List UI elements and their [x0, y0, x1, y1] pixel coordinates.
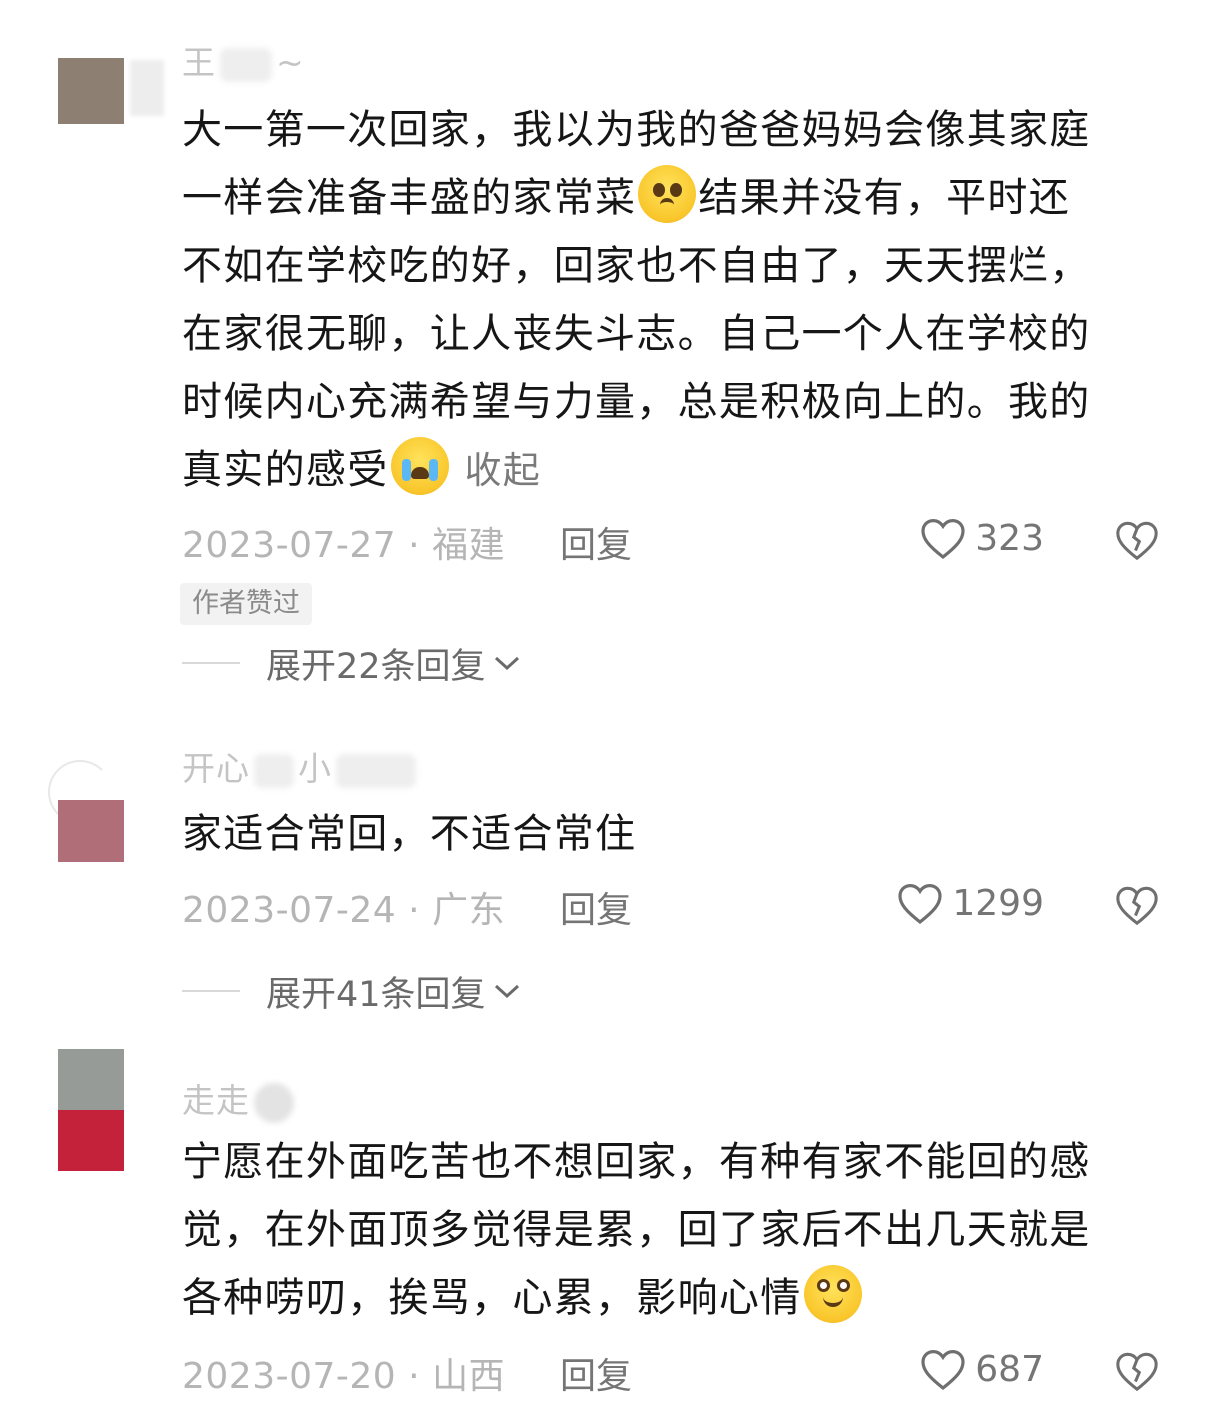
username[interactable]: 王 ~ — [182, 36, 305, 84]
text-line: 在家很无聊，让人丧失斗志。自己一个人在学校的 — [182, 311, 1091, 357]
avatar[interactable] — [58, 58, 124, 124]
like-count: 687 — [975, 1348, 1044, 1390]
expand-replies-button[interactable]: 展开22条回复 — [182, 638, 522, 688]
text-line: 大一第一次回家，我以为我的爸爸妈妈会像其家庭 — [182, 107, 1091, 153]
comment-meta: 2023-07-20 · 山西 回复 687 — [182, 1347, 1220, 1397]
text-line: 结果并没有，平时还 — [698, 175, 1071, 221]
crying-face-emoji-icon — [390, 437, 449, 495]
divider — [182, 990, 240, 992]
expand-replies-button[interactable]: 展开41条回复 — [182, 966, 522, 1016]
smiling-face-emoji-icon — [803, 1265, 862, 1323]
text-line: 宁愿在外面吃苦也不想回家，有种有家不能回的感 — [182, 1139, 1091, 1185]
username-blur — [254, 753, 294, 788]
divider — [182, 662, 240, 664]
pleading-face-emoji-icon — [638, 165, 697, 223]
comment-date: 2023-07-24 · 广东 — [182, 890, 506, 931]
text-line: 时候内心充满希望与力量，总是积极向上的。我的 — [182, 379, 1091, 425]
heart-icon — [921, 1349, 965, 1391]
comment-meta: 2023-07-24 · 广东 回复 1299 — [182, 881, 1220, 931]
heart-icon — [898, 883, 942, 925]
username-blur — [336, 753, 416, 788]
text-line: 一样会准备丰盛的家常菜 — [182, 175, 637, 221]
broken-heart-icon[interactable] — [1114, 518, 1160, 562]
text-line: 真实的感受 — [182, 447, 389, 493]
author-liked-badge: 作者赞过 — [180, 583, 312, 625]
chevron-down-icon — [494, 984, 519, 999]
reply-button[interactable]: 回复 — [560, 1347, 632, 1399]
like-button[interactable]: 1299 — [896, 881, 1044, 925]
username-blur — [254, 1082, 294, 1123]
like-count: 323 — [975, 517, 1044, 559]
broken-heart-icon[interactable] — [1114, 1349, 1160, 1393]
comment-text: 大一第一次回家，我以为我的爸爸妈妈会像其家庭 一样会准备丰盛的家常菜 结果并没有，… — [182, 96, 1182, 505]
username[interactable]: 走走 — [182, 1074, 298, 1123]
username[interactable]: 开心小 — [182, 742, 420, 790]
comment-text: 家适合常回，不适合常住 — [182, 800, 1182, 868]
avatar-blur — [130, 60, 164, 116]
heart-icon — [921, 518, 965, 560]
like-button[interactable]: 323 — [919, 516, 1044, 560]
comment-meta: 2023-07-27 · 福建 回复 323 — [182, 516, 1220, 566]
reply-button[interactable]: 回复 — [560, 881, 632, 933]
comment-text: 宁愿在外面吃苦也不想回家，有种有家不能回的感 觉，在外面顶多觉得是累，回了家后不… — [182, 1128, 1182, 1332]
comment-date: 2023-07-27 · 福建 — [182, 525, 506, 566]
broken-heart-icon[interactable] — [1114, 883, 1160, 927]
text-line: 家适合常回，不适合常住 — [182, 811, 637, 857]
username-blur — [220, 47, 272, 82]
collapse-button[interactable]: 收起 — [465, 449, 542, 492]
like-button[interactable]: 687 — [919, 1347, 1044, 1391]
reply-button[interactable]: 回复 — [560, 516, 632, 568]
text-line: 觉，在外面顶多觉得是累，回了家后不出几天就是 — [182, 1207, 1091, 1253]
like-count: 1299 — [952, 882, 1044, 924]
text-line: 不如在学校吃的好，回家也不自由了，天天摆烂， — [182, 243, 1091, 289]
avatar[interactable] — [58, 1049, 124, 1171]
text-line: 各种唠叨，挨骂，心累，影响心情 — [182, 1275, 802, 1321]
comment-date: 2023-07-20 · 山西 — [182, 1356, 506, 1397]
chevron-down-icon — [494, 656, 519, 671]
avatar[interactable] — [58, 800, 124, 862]
